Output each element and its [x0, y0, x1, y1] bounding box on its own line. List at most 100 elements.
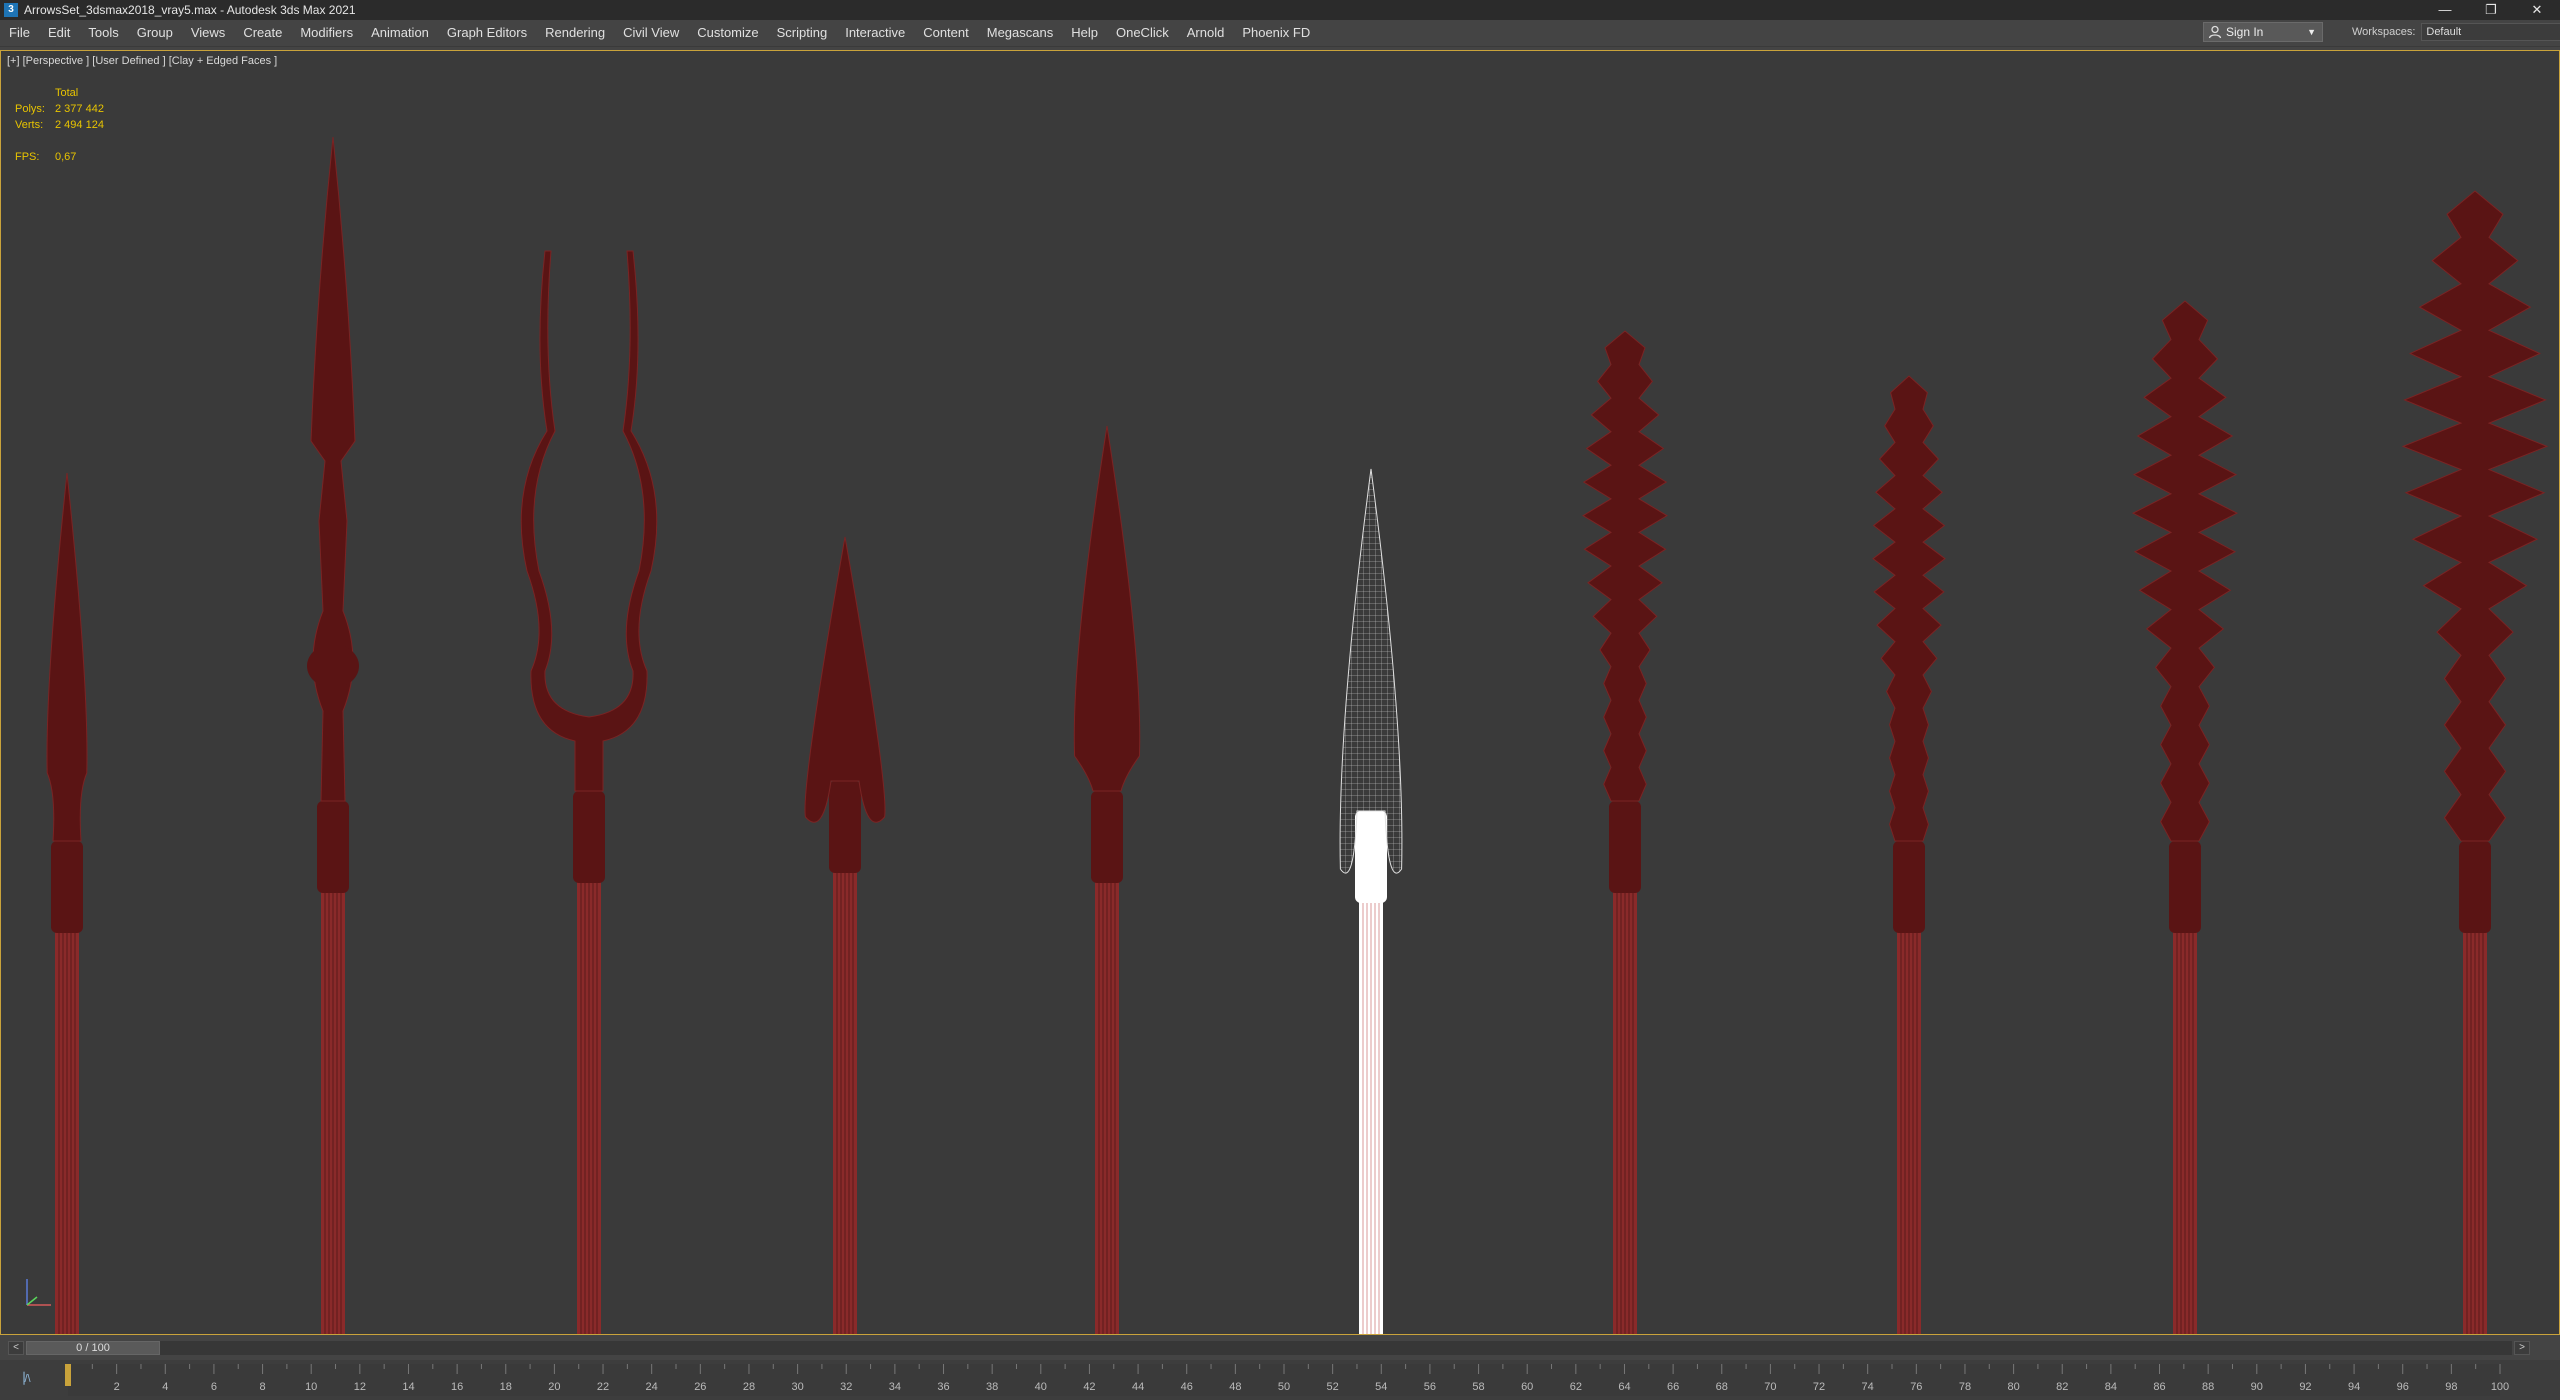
frame-tick-label: 14 [402, 1381, 414, 1393]
frame-tick-label: 80 [2007, 1381, 2019, 1393]
menu-megascans[interactable]: Megascans [978, 20, 1062, 46]
menu-animation[interactable]: Animation [362, 20, 438, 46]
workspaces-value: Default [2426, 26, 2462, 38]
spear-3-trident[interactable] [520, 250, 658, 1334]
frame-tick-label: 100 [2491, 1381, 2509, 1393]
spear-7[interactable] [1582, 330, 1668, 1334]
viewport-label[interactable]: [+] [Perspective ] [User Defined ] [Clay… [7, 55, 277, 67]
menu-file[interactable]: File [0, 20, 39, 46]
menu-help[interactable]: Help [1062, 20, 1107, 46]
frame-tick-label: 22 [597, 1381, 609, 1393]
frame-tick-label: 32 [840, 1381, 852, 1393]
frame-tick-label: 72 [1813, 1381, 1825, 1393]
stats-header: Total [55, 87, 79, 99]
spear-1[interactable] [46, 472, 88, 1334]
spear-1-head [46, 472, 88, 842]
menu-oneclick[interactable]: OneClick [1107, 20, 1178, 46]
frame-tick-label: 46 [1181, 1381, 1193, 1393]
spear-6[interactable] [1339, 468, 1403, 1334]
time-slider-thumb[interactable]: 0 / 100 [26, 1341, 160, 1355]
spear-7-socket [1609, 801, 1641, 893]
spear-9-socket [2169, 841, 2201, 933]
frame-tick-label: 12 [354, 1381, 366, 1393]
verts-label: Verts: [15, 119, 44, 131]
frame-tick-label: 88 [2202, 1381, 2214, 1393]
spear-5-head [1073, 425, 1141, 792]
perspective-viewport[interactable]: [+] [Perspective ] [User Defined ] [Clay… [0, 50, 2560, 1335]
spear-5[interactable] [1073, 425, 1141, 1334]
menu-modifiers[interactable]: Modifiers [291, 20, 362, 46]
menu-arnold[interactable]: Arnold [1178, 20, 1234, 46]
frame-tick-label: 34 [889, 1381, 901, 1393]
frame-tick-label: 64 [1618, 1381, 1630, 1393]
chevron-down-icon: ▼ [2307, 27, 2316, 37]
fps-value: 0,67 [55, 151, 77, 163]
spear-8[interactable] [1872, 375, 1946, 1334]
time-slider-track[interactable] [26, 1341, 2512, 1355]
menu-phoenix-fd[interactable]: Phoenix FD [1233, 20, 1319, 46]
frame-tick-label: 38 [986, 1381, 998, 1393]
frame-tick-label: 36 [937, 1381, 949, 1393]
spear-2-socket [317, 801, 349, 893]
spear-9-head [2131, 300, 2239, 842]
current-frame-marker[interactable] [65, 1364, 71, 1386]
verts-value: 2 494 124 [55, 119, 104, 131]
minimize-button[interactable]: — [2422, 0, 2468, 20]
frame-tick-label: 20 [548, 1381, 560, 1393]
menu-edit[interactable]: Edit [39, 20, 79, 46]
axis-gizmo-icon [26, 1279, 51, 1306]
user-icon [2208, 25, 2222, 39]
workspaces-dropdown[interactable]: Default ▼ [2421, 23, 2560, 41]
spear-4[interactable] [804, 536, 886, 1334]
close-button[interactable]: ✕ [2514, 0, 2560, 20]
trackbar-ruler[interactable]: 2 4 6 8 10 12 14 16 18 20 22 24 26 28 30 32 34 36 38 40 42 44… [0, 1360, 2560, 1400]
time-slider[interactable]: < 0 / 100 > [0, 1336, 2560, 1360]
frame-tick-label: 4 [162, 1381, 168, 1393]
menu-views[interactable]: Views [182, 20, 234, 46]
spear-3-trident-head [520, 250, 658, 792]
menu-scripting[interactable]: Scripting [768, 20, 837, 46]
menu-interactive[interactable]: Interactive [836, 20, 914, 46]
frame-tick-label: 76 [1910, 1381, 1922, 1393]
workspaces-label: Workspaces: [2352, 26, 2416, 38]
title-bar: 3 ArrowsSet_3dsmax2018_vray5.max - Autod… [0, 0, 2560, 20]
menu-rendering[interactable]: Rendering [536, 20, 614, 46]
spear-10-socket [2459, 841, 2491, 933]
spear-2[interactable] [307, 136, 359, 1334]
menu-graph-editors[interactable]: Graph Editors [438, 20, 536, 46]
frame-tick-label: 2 [114, 1381, 120, 1393]
spear-6-socket [1355, 811, 1387, 903]
sign-in-dropdown[interactable]: Sign In ▼ [2203, 22, 2323, 42]
frame-tick-label: 30 [791, 1381, 803, 1393]
frame-tick-label: 54 [1375, 1381, 1387, 1393]
spear-7-head [1582, 330, 1668, 802]
viewport-statistics: Total Polys: 2 377 442 Verts: 2 494 124 FP… [15, 85, 104, 165]
spear-5-socket [1091, 791, 1123, 883]
menu-tools[interactable]: Tools [79, 20, 127, 46]
restore-button[interactable]: ❐ [2468, 0, 2514, 20]
fps-label: FPS: [15, 151, 40, 163]
spear-9[interactable] [2131, 300, 2239, 1334]
frame-tick-label: 82 [2056, 1381, 2068, 1393]
frame-tick-label: 24 [646, 1381, 658, 1393]
menu-civil-view[interactable]: Civil View [614, 20, 688, 46]
spear-8-socket [1893, 841, 1925, 933]
time-next-button[interactable]: > [2514, 1341, 2530, 1355]
frame-tick-label: 60 [1521, 1381, 1533, 1393]
menu-content[interactable]: Content [914, 20, 978, 46]
menu-customize[interactable]: Customize [688, 20, 767, 46]
viewport-scene[interactable] [1, 51, 2559, 1334]
sign-in-label: Sign In [2226, 25, 2264, 39]
frame-tick-label: 96 [2397, 1381, 2409, 1393]
frame-tick-label: 98 [2445, 1381, 2457, 1393]
menu-group[interactable]: Group [128, 20, 182, 46]
spear-10[interactable] [2401, 190, 2549, 1334]
frame-tick-label: 62 [1570, 1381, 1582, 1393]
menu-create[interactable]: Create [234, 20, 291, 46]
frame-tick-label: 86 [2153, 1381, 2165, 1393]
spear-10-head [2401, 190, 2549, 842]
track-bar[interactable]: ▕/\ 2 4 6 8 10 12 14 16 18 20 22 24 26 28 30 32 34 36 38 40… [0, 1360, 2560, 1400]
time-prev-button[interactable]: < [8, 1341, 24, 1355]
frame-tick-label: 84 [2105, 1381, 2117, 1393]
spear-4-head [804, 536, 886, 823]
